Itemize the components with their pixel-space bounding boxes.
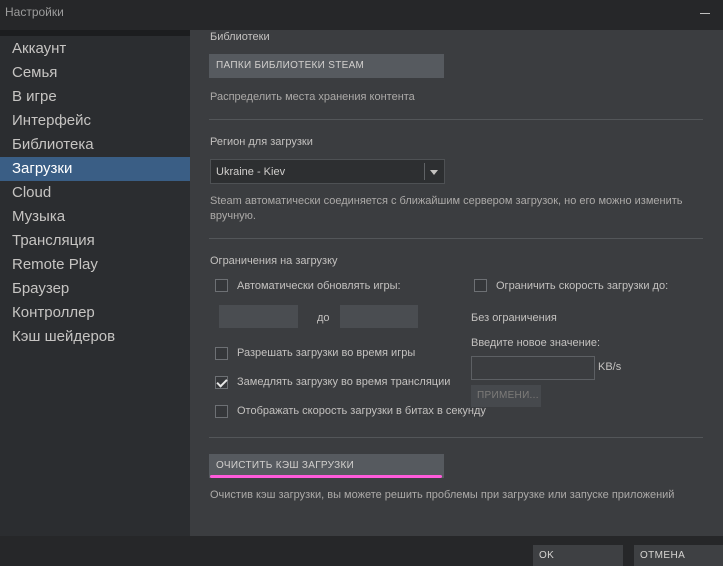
time-from-field[interactable]: [219, 305, 298, 328]
sidebar-item-interface[interactable]: Интерфейс: [0, 109, 190, 133]
sidebar: Аккаунт Семья В игре Интерфейс Библиотек…: [0, 30, 190, 536]
sidebar-top-bar: [0, 30, 190, 36]
show-bits-label: Отображать скорость загрузки в битах в с…: [237, 405, 486, 417]
allow-during-game-checkbox[interactable]: [215, 347, 228, 360]
sidebar-item-cloud[interactable]: Cloud: [0, 181, 190, 205]
throttle-streaming-label: Замедлять загрузку во время трансляции: [237, 376, 451, 388]
sidebar-item-shader-cache[interactable]: Кэш шейдеров: [0, 325, 190, 349]
settings-content: Библиотеки ПАПКИ БИБЛИОТЕКИ STEAM Распре…: [190, 30, 723, 536]
sidebar-item-account[interactable]: Аккаунт: [0, 37, 190, 61]
highlight-underline: [210, 475, 442, 478]
divider: [209, 238, 703, 239]
speed-unit-label: KB/s: [598, 361, 622, 373]
restrictions-heading: Ограничения на загрузку: [210, 255, 338, 267]
sidebar-item-remote-play[interactable]: Remote Play: [0, 253, 190, 277]
title-bar: Настройки: [0, 0, 723, 24]
allow-during-game-label: Разрешать загрузки во время игры: [237, 347, 416, 359]
sidebar-item-browser[interactable]: Браузер: [0, 277, 190, 301]
ok-button[interactable]: OK: [533, 545, 623, 566]
throttle-streaming-checkbox[interactable]: [215, 376, 228, 389]
speed-limit-input[interactable]: [471, 356, 595, 380]
time-to-field[interactable]: [340, 305, 418, 328]
region-selected-value: Ukraine - Kiev: [216, 166, 286, 178]
dropdown-divider: [424, 163, 425, 180]
show-bits-checkbox[interactable]: [215, 405, 228, 418]
window-title: Настройки: [5, 5, 64, 19]
sidebar-item-music[interactable]: Музыка: [0, 205, 190, 229]
region-description: Steam автоматически соединяется с ближай…: [210, 195, 683, 222]
sidebar-item-downloads[interactable]: Загрузки: [0, 157, 190, 181]
libraries-description: Распределить места хранения контента: [210, 91, 415, 103]
sidebar-item-broadcast[interactable]: Трансляция: [0, 229, 190, 253]
new-value-label: Введите новое значение:: [471, 337, 601, 349]
chevron-down-icon[interactable]: [430, 170, 438, 175]
sidebar-item-in-game[interactable]: В игре: [0, 85, 190, 109]
time-to-label: до: [317, 312, 330, 324]
sidebar-item-library[interactable]: Библиотека: [0, 133, 190, 157]
divider: [209, 119, 703, 120]
library-folders-button[interactable]: ПАПКИ БИБЛИОТЕКИ STEAM: [209, 54, 444, 78]
divider: [209, 437, 703, 438]
libraries-heading: Библиотеки: [210, 31, 270, 43]
minimize-icon[interactable]: [700, 2, 712, 16]
cancel-button[interactable]: ОТМЕНА: [634, 545, 723, 566]
region-heading: Регион для загрузки: [210, 136, 313, 148]
region-dropdown[interactable]: Ukraine - Kiev: [210, 159, 445, 184]
sidebar-item-controller[interactable]: Контроллер: [0, 301, 190, 325]
apply-speed-button[interactable]: ПРИМЕНИ...: [471, 385, 541, 407]
limit-speed-checkbox[interactable]: [474, 279, 487, 292]
cache-description: Очистив кэш загрузки, вы можете решить п…: [210, 489, 675, 501]
limit-speed-label: Ограничить скорость загрузки до:: [496, 280, 669, 292]
auto-update-label: Автоматически обновлять игры:: [237, 280, 401, 292]
no-limit-text: Без ограничения: [471, 312, 557, 324]
sidebar-item-family[interactable]: Семья: [0, 61, 190, 85]
auto-update-checkbox[interactable]: [215, 279, 228, 292]
